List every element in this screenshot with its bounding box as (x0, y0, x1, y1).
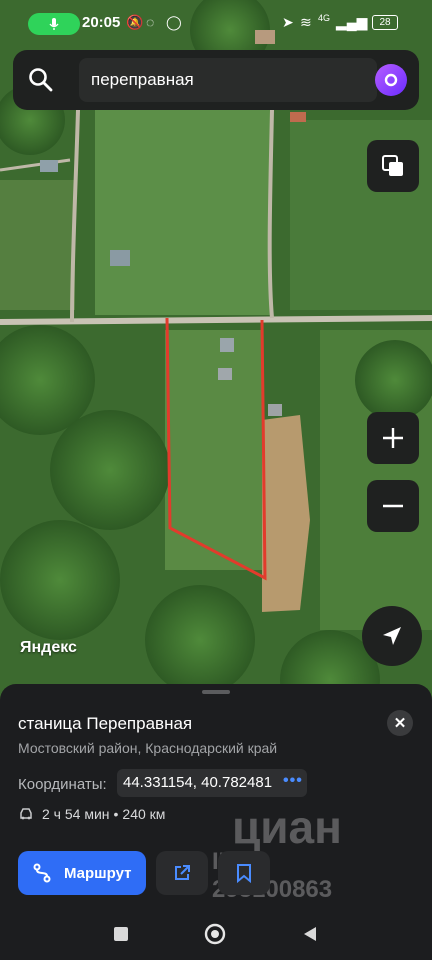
network-type: 4G (318, 13, 331, 23)
wifi-icon: ≋ (300, 14, 312, 30)
plus-icon (383, 428, 403, 448)
place-subtitle: Мостовский район, Краснодарский край (18, 740, 278, 756)
back-button[interactable] (302, 925, 318, 948)
mic-indicator (28, 13, 80, 35)
navigation-arrow-icon (383, 627, 401, 645)
route-time: 2 ч 54 мин (42, 806, 110, 822)
square-icon (114, 927, 128, 941)
layers-icon (382, 155, 403, 176)
close-button[interactable]: ✕ (387, 710, 413, 736)
more-dots-icon[interactable]: ••• (283, 772, 303, 790)
system-nav-bar (0, 912, 432, 960)
search-bar: переправная (13, 50, 419, 110)
house (268, 404, 282, 416)
layers-button[interactable] (367, 140, 419, 192)
circle-icon: ◯ (166, 14, 182, 30)
house (220, 338, 234, 352)
route-separator: • (113, 806, 119, 822)
bookmark-icon (237, 864, 251, 883)
minus-icon (383, 504, 403, 508)
zoom-in-button[interactable] (367, 412, 419, 464)
coords-box[interactable]: 44.331154, 40.782481 ••• (117, 769, 307, 797)
house (110, 250, 130, 266)
status-time: 20:05 (82, 14, 121, 31)
house (290, 112, 306, 122)
coords-value: 44.331154, 40.782481 (123, 774, 273, 791)
route-info: 2 ч 54 мин • 240 км (18, 806, 165, 822)
tree-canopy (50, 410, 170, 530)
field (95, 110, 270, 315)
road (267, 109, 274, 319)
status-bar: 20:05 🔕 ◌ ◯ ➤ ≋ 4G ▂▄▆ 28 (0, 0, 432, 44)
signal-icon: ▂▄▆ (336, 14, 368, 30)
whatsapp-icon: ◌ (146, 14, 155, 30)
tree-canopy (145, 585, 255, 695)
watermark-brand: циан (232, 801, 342, 853)
route-button[interactable]: Маршрут (18, 851, 146, 895)
battery-indicator: 28 (372, 15, 398, 30)
route-distance: 240 км (122, 806, 166, 822)
search-input[interactable]: переправная (79, 58, 377, 102)
route-button-label: Маршрут (64, 864, 132, 882)
location-icon: ➤ (282, 14, 294, 30)
share-button[interactable] (156, 851, 208, 895)
share-icon (175, 865, 190, 880)
alice-icon[interactable] (375, 64, 407, 96)
place-title: станица Переправная (18, 714, 193, 733)
close-icon: ✕ (393, 715, 407, 732)
muted-bell-icon: 🔕 (126, 14, 144, 30)
home-circle-icon (204, 923, 226, 945)
car-icon (20, 808, 32, 820)
yandex-logo: Яндекс (20, 639, 77, 656)
home-button[interactable] (204, 923, 226, 950)
field (0, 180, 75, 310)
recent-apps-button[interactable] (113, 926, 129, 947)
route-icon (33, 863, 51, 883)
coords-label: Координаты: (18, 776, 107, 793)
plowed-field (262, 415, 310, 612)
tree-canopy (355, 340, 432, 420)
road (0, 315, 432, 325)
search-icon[interactable] (27, 66, 55, 94)
drag-handle[interactable] (202, 690, 230, 694)
back-triangle-icon (304, 927, 316, 941)
mic-icon (49, 18, 59, 30)
bookmark-button[interactable] (218, 851, 270, 895)
house (218, 368, 232, 380)
tree-canopy (0, 520, 120, 640)
my-location-button[interactable] (362, 606, 422, 666)
zoom-out-button[interactable] (367, 480, 419, 532)
house (40, 160, 58, 172)
